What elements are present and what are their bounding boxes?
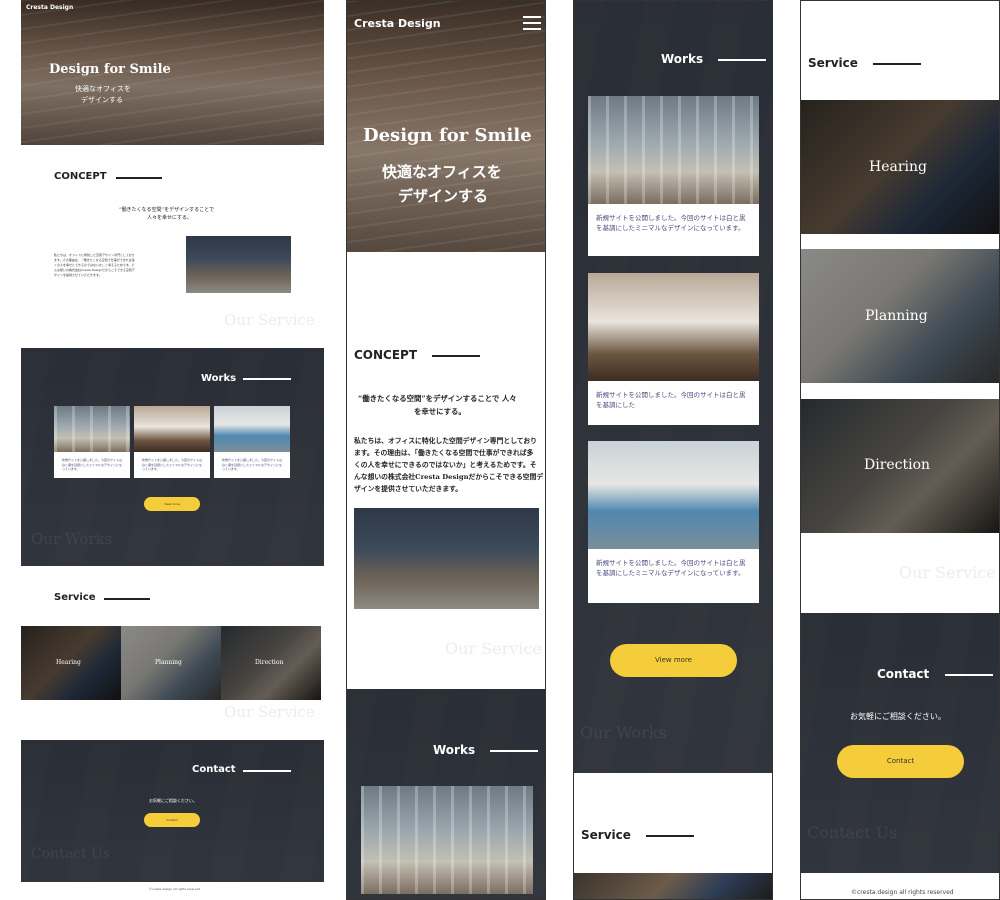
- mobile-brand-logo[interactable]: Cresta Design: [354, 17, 441, 30]
- service-planning-label: Planning: [155, 659, 182, 666]
- concept-lead-1: “働きたくなる空間”をデザインすることで: [119, 207, 214, 213]
- ghost-our-service: Our Service: [224, 311, 315, 329]
- mobile-ghost-our-service: Our Service: [445, 639, 542, 658]
- ghost-our-service-mobile: Our Service: [899, 563, 996, 582]
- service-heading-rule: [104, 598, 150, 600]
- mobile-hero-title: Design for Smile: [363, 125, 532, 146]
- works-heading-rule: [243, 378, 291, 380]
- service-heading-mobile: Service: [581, 828, 631, 842]
- hero-subtitle-2: デザインする: [81, 96, 123, 104]
- service-heading-rule-mobile: [646, 835, 694, 837]
- contact-button-mobile[interactable]: Contact: [837, 745, 964, 778]
- service-heading-mobile-2: Service: [808, 56, 858, 70]
- mobile-concept-heading-rule: [432, 355, 480, 357]
- mobile-concept-lead-2: を幸せにする。: [414, 407, 466, 416]
- footer-copyright-mobile: ©cresta.design all rights reserved: [851, 889, 954, 896]
- works-caption-mobile-3: 新規サイトを公開しました。今回のサイトは白と黒を基調にしたミニマルなデザインにな…: [596, 559, 746, 577]
- ghost-contact-us-mobile: Contact Us: [807, 823, 898, 842]
- mobile-works-heading: Works: [433, 743, 476, 757]
- contact-button[interactable]: Contact: [144, 813, 200, 827]
- works-card-2[interactable]: 新規サイトを公開しました。今回のサイトは白と黒を基調にしたミニマルなデザインにな…: [134, 406, 210, 478]
- concept-lead-2: 人々を幸せにする。: [147, 215, 193, 221]
- service-direction-label: Direction: [255, 659, 284, 666]
- service-hearing-label-mobile: Hearing: [869, 159, 927, 175]
- concept-image: [186, 236, 291, 293]
- concept-heading: CONCEPT: [54, 171, 107, 182]
- hero-title: Design for Smile: [49, 62, 171, 77]
- works-caption-1: 新規サイトを公開しました。今回のサイトは白と黒を基調にしたミニマルなデザインにな…: [62, 458, 123, 471]
- works-caption-2: 新規サイトを公開しました。今回のサイトは白と黒を基調にしたミニマルなデザインにな…: [142, 458, 203, 471]
- works-image-2: [134, 406, 210, 452]
- service-direction-label-mobile: Direction: [864, 457, 931, 473]
- works-heading-mobile: Works: [661, 52, 704, 66]
- works-heading: Works: [201, 373, 237, 384]
- works-caption-mobile-1: 新規サイトを公開しました。今回のサイトは白と黒を基調にしたミニマルなデザインにな…: [596, 214, 746, 232]
- works-caption-3: 新規サイトを公開しました。今回のサイトは白と黒を基調にしたミニマルなデザインにな…: [222, 458, 283, 471]
- works-image-mobile-2: [588, 273, 759, 381]
- ghost-our-works-mobile: Our Works: [580, 723, 667, 742]
- desktop-view: Cresta Design Design for Smile 快適なオフィスを …: [21, 0, 324, 900]
- mobile-hero-subtitle-1: 快適なオフィスを: [382, 163, 502, 181]
- mobile-view-works: Works 新規サイトを公開しました。今回のサイトは白と黒を基調にしたミニマルな…: [573, 0, 773, 900]
- works-card-1[interactable]: 新規サイトを公開しました。今回のサイトは白と黒を基調にしたミニマルなデザインにな…: [54, 406, 130, 478]
- mobile-concept-heading: CONCEPT: [354, 348, 418, 362]
- works-image-mobile-1: [588, 96, 759, 204]
- works-image-mobile-3: [588, 441, 759, 549]
- works-card-mobile-3[interactable]: 新規サイトを公開しました。今回のサイトは白と黒を基調にしたミニマルなデザインにな…: [588, 441, 759, 603]
- mobile-hero-subtitle-2: デザインする: [398, 187, 489, 205]
- ghost-our-works: Our Works: [31, 530, 113, 548]
- service-strip-mobile: [574, 873, 772, 899]
- footer-copyright: ©cresta.design all rights reserved: [149, 887, 201, 891]
- contact-heading-mobile: Contact: [877, 667, 930, 681]
- view-more-button[interactable]: View more: [144, 497, 200, 511]
- service-hearing-label: Hearing: [56, 659, 81, 666]
- works-card-3[interactable]: 新規サイトを公開しました。今回のサイトは白と黒を基調にしたミニマルなデザインにな…: [214, 406, 290, 478]
- concept-body: 私たちは、オフィスに特化した空間デザイン専門としており ます。その理由は、「働きた…: [54, 253, 135, 277]
- concept-heading-rule: [116, 177, 162, 179]
- hero-subtitle-1: 快適なオフィスを: [75, 85, 131, 93]
- brand-logo[interactable]: Cresta Design: [26, 4, 73, 11]
- contact-text: お気軽にご相談ください。: [149, 798, 197, 803]
- mobile-concept-body: 私たちは、オフィスに特化した空間デザイン専門としており ます。その理由は、「働きた…: [354, 437, 544, 493]
- view-more-button-mobile[interactable]: View more: [610, 644, 737, 677]
- service-heading: Service: [54, 592, 96, 603]
- service-planning-label-mobile: Planning: [865, 308, 928, 324]
- ghost-our-service-2: Our Service: [224, 703, 315, 721]
- works-image-3: [214, 406, 290, 452]
- mobile-concept-lead-1: “働きたくなる空間”をデザインすることで 人々: [358, 394, 517, 403]
- contact-heading: Contact: [192, 764, 236, 775]
- mobile-view-service: Service Hearing Planning Direction Our S…: [800, 0, 1000, 900]
- mobile-works-image-1[interactable]: [361, 786, 533, 894]
- ghost-contact-us: Contact Us: [31, 846, 111, 862]
- works-caption-mobile-2: 新規サイトを公開しました。今回のサイトは白と黒を基調にした: [596, 391, 746, 409]
- service-heading-rule-mobile-2: [873, 63, 921, 65]
- contact-heading-rule-mobile: [945, 674, 993, 676]
- contact-heading-rule: [243, 770, 291, 772]
- mobile-concept-image: [354, 508, 539, 609]
- works-image-1: [54, 406, 130, 452]
- contact-text-mobile: お気軽にご相談ください。: [850, 712, 946, 721]
- works-card-mobile-1[interactable]: 新規サイトを公開しました。今回のサイトは白と黒を基調にしたミニマルなデザインにな…: [588, 96, 759, 256]
- hamburger-menu-icon[interactable]: [523, 15, 541, 31]
- works-card-mobile-2[interactable]: 新規サイトを公開しました。今回のサイトは白と黒を基調にした: [588, 273, 759, 425]
- works-heading-rule-mobile: [718, 59, 766, 61]
- mobile-works-heading-rule: [490, 750, 538, 752]
- mobile-view-top: Cresta Design Design for Smile 快適なオフィスを …: [346, 0, 546, 900]
